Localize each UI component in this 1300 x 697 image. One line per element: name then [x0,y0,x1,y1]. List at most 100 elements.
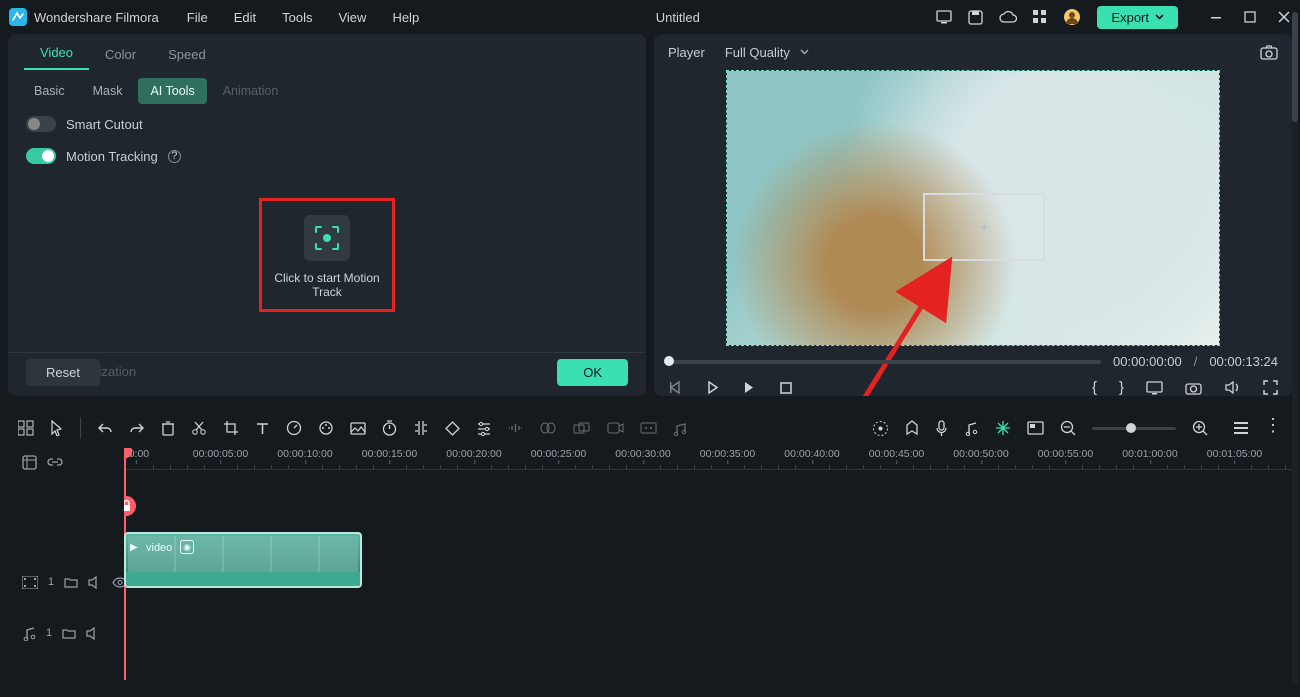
menu-tools[interactable]: Tools [282,10,312,25]
mic-icon[interactable] [935,420,948,437]
player-progress-bar[interactable] [668,360,1101,364]
stop-icon[interactable] [779,381,793,395]
timeline-ruler[interactable]: 00:0000:00:05:0000:00:10:0000:00:15:0000… [124,448,1292,470]
tab-color[interactable]: Color [89,39,152,70]
subtab-ai-tools[interactable]: AI Tools [138,78,206,104]
cloud-icon[interactable] [999,11,1017,24]
menu-file[interactable]: File [187,10,208,25]
folder-icon[interactable] [64,576,78,588]
zoom-out-icon[interactable] [1060,420,1076,436]
ruler-tick: 00:00:55:00 [1038,448,1093,460]
user-avatar-icon[interactable] [1063,8,1081,26]
zoom-in-icon[interactable] [1192,420,1208,436]
crop-icon[interactable] [223,420,239,436]
speed-icon[interactable] [286,420,302,436]
green-screen-icon[interactable] [350,421,366,436]
player-quality-dropdown[interactable]: Full Quality [725,45,809,60]
project-title: Untitled [419,10,936,25]
player-viewport[interactable]: + [726,70,1220,346]
menu-edit[interactable]: Edit [234,10,256,25]
snapshot-icon[interactable] [1260,45,1278,60]
ruler-tick: 00:00:45:00 [869,448,924,460]
duration-icon[interactable] [382,420,397,436]
apps-grid-icon[interactable] [1033,10,1047,24]
ruler-tick: 00:00:05:00 [193,448,248,460]
redo-icon[interactable] [129,421,145,435]
timeline-toolbar: ⋮ [8,408,1292,448]
subtab-animation[interactable]: Animation [211,78,291,104]
subtab-basic[interactable]: Basic [22,78,77,104]
mute-icon[interactable] [88,576,102,589]
color-icon[interactable] [318,420,334,436]
window-close-icon[interactable] [1276,9,1292,25]
play-icon[interactable] [705,380,720,395]
window-maximize-icon[interactable] [1242,9,1258,25]
more-icon[interactable]: ⋮ [1264,421,1282,435]
camera-icon[interactable] [1185,381,1202,395]
subtab-mask[interactable]: Mask [81,78,135,104]
app-logo-icon [8,7,28,27]
track-list-icon[interactable] [1234,421,1248,435]
menu-help[interactable]: Help [392,10,419,25]
cursor-icon[interactable] [50,420,64,436]
text-icon[interactable] [255,421,270,436]
menu-view[interactable]: View [338,10,366,25]
marker-icon[interactable] [905,420,919,436]
link-icon[interactable] [47,455,63,469]
timeline-scrollbar[interactable] [1292,12,1298,685]
audio-sync-icon [539,421,557,435]
motion-tracking-toggle[interactable] [26,148,56,164]
fullscreen-icon[interactable] [1263,380,1278,395]
arrange-icon[interactable] [18,420,34,436]
audio-mix-icon[interactable] [964,420,979,436]
thumbnail-icon[interactable] [1027,421,1044,435]
split-icon[interactable] [191,420,207,436]
save-icon[interactable] [968,10,983,25]
folder-icon[interactable] [62,627,76,639]
render-icon[interactable] [872,420,889,437]
zoom-slider[interactable] [1092,427,1176,430]
motion-track-start-label: Click to start Motion Track [268,271,386,299]
global-track-icon[interactable] [22,455,37,470]
ai-enhance-icon[interactable] [995,420,1011,436]
track-area[interactable]: 00:0000:00:05:0000:00:10:0000:00:15:0000… [124,448,1292,680]
keyframe-icon[interactable] [445,421,460,436]
video-clip[interactable]: ▶ video ◉ [124,532,362,588]
auto-beat-icon [673,421,689,436]
window-minimize-icon[interactable] [1208,9,1224,25]
play-forward-icon[interactable] [742,380,757,395]
export-label: Export [1111,10,1149,25]
step-back-icon[interactable] [668,380,683,395]
motion-track-start-button[interactable] [304,215,350,261]
ok-button[interactable]: OK [557,359,628,386]
export-button[interactable]: Export [1097,6,1178,29]
motion-track-target-box[interactable]: + [923,193,1045,261]
tab-speed[interactable]: Speed [152,39,222,70]
mark-in-icon[interactable]: { [1092,379,1097,396]
tab-video[interactable]: Video [24,37,89,70]
ruler-tick: 00:00:35:00 [700,448,755,460]
playhead-lock-icon[interactable] [124,496,136,516]
smart-cutout-toggle[interactable] [26,116,56,132]
mute-icon[interactable] [86,627,100,640]
player-label: Player [668,45,705,60]
adjust-icon[interactable] [476,421,492,436]
motion-tracking-row: Motion Tracking ? [8,140,646,172]
main-menu: File Edit Tools View Help [187,10,419,25]
app-name: Wondershare Filmora [34,10,159,25]
reset-button[interactable]: Reset [26,359,100,386]
clip-name: video [146,542,172,554]
undo-icon[interactable] [97,421,113,435]
ruler-tick: 00:01:05:00 [1207,448,1262,460]
mark-out-icon[interactable]: } [1119,379,1124,396]
detach-audio-icon[interactable] [413,420,429,436]
volume-icon[interactable] [1224,380,1241,395]
device-icon[interactable] [936,10,952,24]
display-icon[interactable] [1146,381,1163,395]
info-icon[interactable]: ? [168,150,181,163]
ruler-tick: 00:00:10:00 [277,448,332,460]
delete-icon[interactable] [161,420,175,436]
ruler-tick: 00:00:30:00 [615,448,670,460]
title-bar: Wondershare Filmora File Edit Tools View… [0,0,1300,34]
time-separator: / [1194,354,1198,369]
